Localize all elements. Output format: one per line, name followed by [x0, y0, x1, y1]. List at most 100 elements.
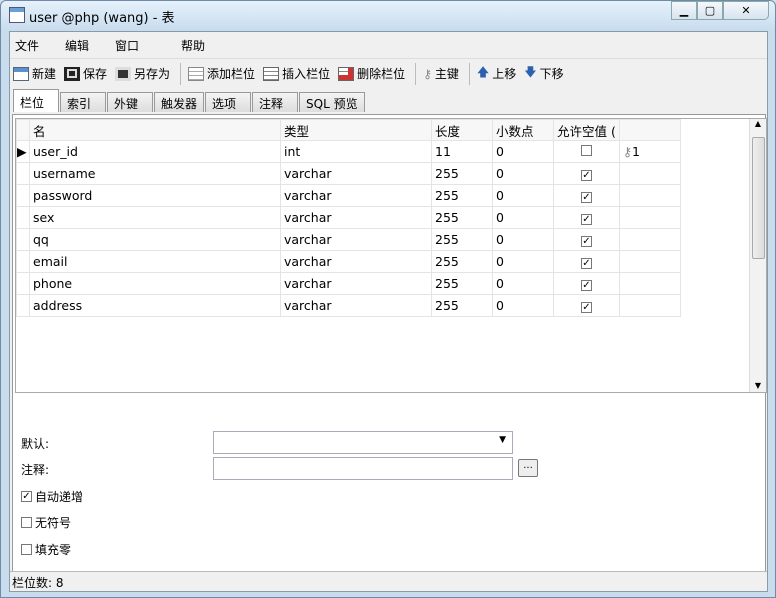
nullable-checkbox[interactable]: ✓: [580, 236, 592, 247]
table-row[interactable]: username varchar 255 0 ✓: [16, 162, 681, 185]
field-type[interactable]: int: [280, 140, 432, 163]
table-row[interactable]: phone varchar 255 0 ✓: [16, 272, 681, 295]
nullable-cell[interactable]: ✓: [553, 272, 620, 295]
table-row[interactable]: qq varchar 255 0 ✓: [16, 228, 681, 251]
new-button[interactable]: 新建: [13, 65, 56, 82]
col-decimals[interactable]: 小数点: [492, 119, 554, 141]
tab-foreign-keys[interactable]: 外键: [107, 92, 153, 112]
add-field-button[interactable]: 添加栏位: [188, 65, 255, 82]
field-type[interactable]: varchar: [280, 206, 432, 229]
field-decimals[interactable]: 0: [492, 250, 554, 273]
table-row[interactable]: sex varchar 255 0 ✓: [16, 206, 681, 229]
table-row[interactable]: password varchar 255 0 ✓: [16, 184, 681, 207]
fields-grid: 名 类型 长度 小数点 允许空值 ( ▶ user_id int 11 0 ⚷1…: [15, 118, 767, 393]
comment-input[interactable]: [213, 457, 513, 480]
nullable-cell[interactable]: ✓: [553, 228, 620, 251]
col-nullable[interactable]: 允许空值 (: [553, 119, 620, 141]
vertical-scrollbar[interactable]: ▲ ▼: [749, 119, 766, 392]
tab-sql-preview[interactable]: SQL 预览: [299, 92, 365, 112]
row-indicator: [16, 250, 30, 273]
menu-help[interactable]: 帮助: [181, 37, 205, 54]
minimize-button[interactable]: ▁: [671, 1, 697, 20]
field-decimals[interactable]: 0: [492, 228, 554, 251]
field-name[interactable]: username: [29, 162, 281, 185]
unsigned-checkbox[interactable]: 无符号: [21, 514, 71, 531]
nullable-checkbox[interactable]: ✓: [580, 214, 592, 225]
field-decimals[interactable]: 0: [492, 184, 554, 207]
tab-options[interactable]: 选项: [205, 92, 252, 112]
col-type[interactable]: 类型: [280, 119, 432, 141]
table-row[interactable]: address varchar 255 0 ✓: [16, 294, 681, 317]
tab-indexes[interactable]: 索引: [60, 92, 106, 112]
nullable-cell[interactable]: ✓: [553, 184, 620, 207]
menu-file[interactable]: 文件: [15, 37, 39, 54]
field-type[interactable]: varchar: [280, 250, 432, 273]
nullable-cell[interactable]: [553, 140, 620, 163]
insert-field-button[interactable]: 插入栏位: [263, 65, 330, 82]
move-up-button[interactable]: 🡅 上移: [477, 63, 516, 84]
col-name[interactable]: 名: [29, 119, 281, 141]
field-type[interactable]: varchar: [280, 184, 432, 207]
field-length[interactable]: 255: [431, 228, 493, 251]
field-decimals[interactable]: 0: [492, 140, 554, 163]
nullable-checkbox[interactable]: ✓: [580, 258, 592, 269]
field-length[interactable]: 255: [431, 294, 493, 317]
nullable-checkbox[interactable]: ✓: [580, 192, 592, 203]
default-select[interactable]: ▼: [213, 431, 513, 454]
auto-increment-checkbox[interactable]: ✓ 自动递增: [21, 488, 83, 505]
field-type[interactable]: varchar: [280, 272, 432, 295]
nullable-checkbox[interactable]: ✓: [580, 170, 592, 181]
delete-field-button[interactable]: 删除栏位: [338, 65, 405, 82]
nullable-checkbox[interactable]: ✓: [580, 302, 592, 313]
row-indicator: [16, 272, 30, 295]
col-length[interactable]: 长度: [431, 119, 493, 141]
move-down-button[interactable]: 🡇 下移: [524, 63, 563, 84]
field-type[interactable]: varchar: [280, 294, 432, 317]
col-key[interactable]: [618, 119, 681, 141]
table-row[interactable]: email varchar 255 0 ✓: [16, 250, 681, 273]
field-name[interactable]: email: [29, 250, 281, 273]
field-decimals[interactable]: 0: [492, 162, 554, 185]
new-table-icon: [13, 66, 29, 81]
field-decimals[interactable]: 0: [492, 272, 554, 295]
field-length[interactable]: 255: [431, 250, 493, 273]
save-button[interactable]: 保存: [64, 65, 107, 82]
field-name[interactable]: password: [29, 184, 281, 207]
nullable-checkbox[interactable]: [580, 145, 592, 156]
menu-window[interactable]: 窗口: [115, 37, 139, 54]
close-button[interactable]: ✕: [723, 1, 769, 20]
field-name[interactable]: address: [29, 294, 281, 317]
save-as-button[interactable]: 另存为: [115, 65, 170, 82]
maximize-button[interactable]: ▢: [697, 1, 723, 20]
field-length[interactable]: 255: [431, 272, 493, 295]
nullable-checkbox[interactable]: ✓: [580, 280, 592, 291]
field-type[interactable]: varchar: [280, 228, 432, 251]
menu-edit[interactable]: 编辑: [65, 37, 89, 54]
nullable-cell[interactable]: ✓: [553, 162, 620, 185]
nullable-cell[interactable]: ✓: [553, 206, 620, 229]
field-decimals[interactable]: 0: [492, 294, 554, 317]
field-type[interactable]: varchar: [280, 162, 432, 185]
field-length[interactable]: 255: [431, 206, 493, 229]
field-name[interactable]: user_id: [29, 140, 281, 163]
zerofill-checkbox[interactable]: 填充零: [21, 541, 71, 558]
tab-comment[interactable]: 注释: [252, 92, 299, 112]
comment-ellipsis-button[interactable]: ...: [518, 459, 538, 477]
field-name[interactable]: qq: [29, 228, 281, 251]
key-cell: [618, 162, 681, 185]
delete-field-icon: [338, 66, 355, 81]
table-row[interactable]: ▶ user_id int 11 0 ⚷1: [16, 140, 681, 163]
field-length[interactable]: 11: [431, 140, 493, 163]
field-name[interactable]: sex: [29, 206, 281, 229]
key-cell: [618, 294, 681, 317]
field-name[interactable]: phone: [29, 272, 281, 295]
primary-key-button[interactable]: ⚷ 主键: [423, 65, 459, 82]
field-length[interactable]: 255: [431, 184, 493, 207]
field-length[interactable]: 255: [431, 162, 493, 185]
nullable-cell[interactable]: ✓: [553, 250, 620, 273]
field-decimals[interactable]: 0: [492, 206, 554, 229]
tab-triggers[interactable]: 触发器: [154, 92, 205, 112]
checkbox: [21, 517, 32, 528]
tab-fields[interactable]: 栏位: [13, 89, 59, 112]
nullable-cell[interactable]: ✓: [553, 294, 620, 317]
